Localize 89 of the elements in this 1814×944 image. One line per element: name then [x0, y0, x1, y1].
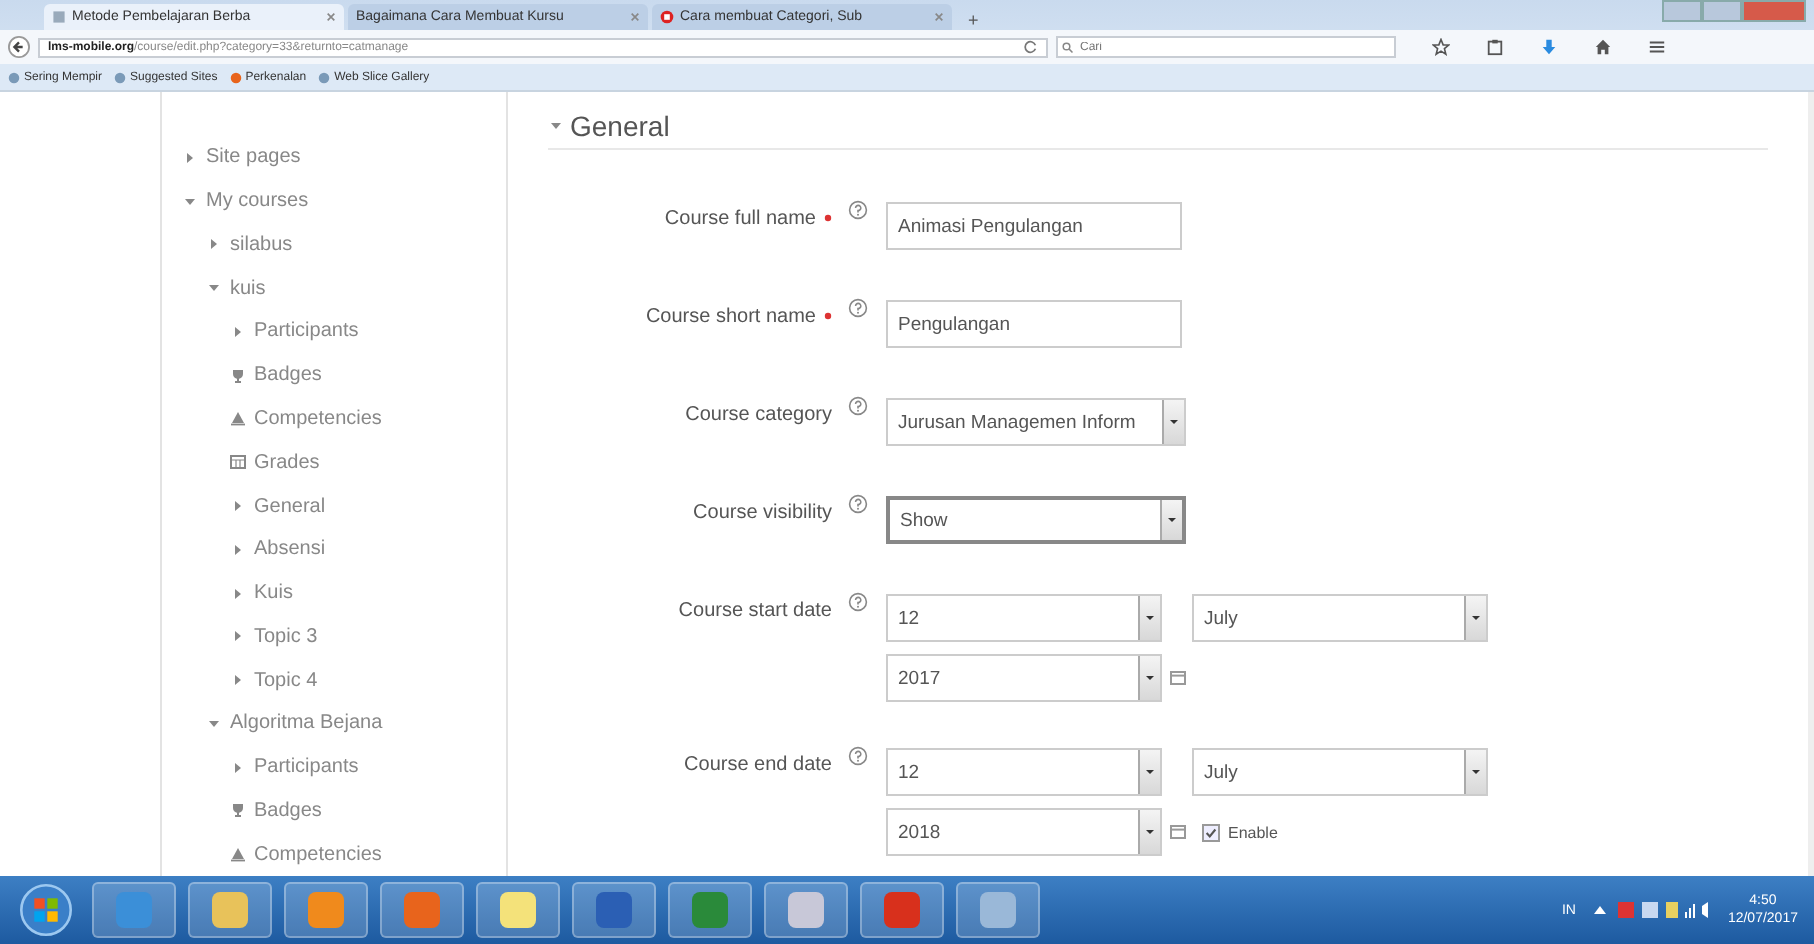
bookmark-icon: [318, 71, 331, 83]
navigation-item[interactable]: Participants: [162, 310, 506, 354]
caret-down-icon: [1144, 768, 1156, 776]
shield-icon: [660, 10, 674, 24]
navigation-item[interactable]: Topic 4: [162, 658, 506, 702]
navigation-item[interactable]: kuis: [162, 266, 506, 311]
taskbar-button[interactable]: [188, 882, 272, 938]
pyramid-icon: [230, 410, 246, 427]
field-label: Course end date: [684, 753, 832, 775]
menu-icon[interactable]: [1648, 38, 1666, 56]
caret-down-icon: [1144, 828, 1156, 836]
caret-down-icon: [1168, 418, 1180, 426]
pyramid-icon: [230, 846, 246, 863]
navigation-item[interactable]: Competencies: [162, 832, 506, 876]
caret-down-icon: [1470, 768, 1482, 776]
taskbar-button[interactable]: [956, 882, 1040, 938]
home-icon[interactable]: [1594, 38, 1612, 56]
taskbar-button[interactable]: [668, 882, 752, 938]
tray-icons[interactable]: [1591, 900, 1712, 920]
reload-icon[interactable]: [1024, 40, 1038, 54]
navigation-item[interactable]: Badges: [162, 788, 506, 833]
navigation-item[interactable]: Participants: [162, 745, 506, 789]
navigation-item[interactable]: Grades: [162, 440, 506, 485]
help-icon[interactable]: [848, 396, 868, 416]
checkbox-label[interactable]: Enable: [1228, 823, 1278, 841]
table-icon: [230, 454, 246, 471]
taskbar-button[interactable]: [380, 882, 464, 938]
navigation-item[interactable]: My courses: [162, 179, 506, 224]
trophy-icon: [230, 802, 246, 819]
page-icon: [52, 10, 66, 24]
year-dropdown[interactable]: 2018: [886, 808, 1162, 856]
day-dropdown[interactable]: 12: [886, 748, 1162, 796]
month-dropdown[interactable]: July: [1192, 594, 1488, 642]
back-arrow-icon[interactable]: [8, 36, 30, 58]
trophy-icon: [230, 367, 246, 384]
start-button[interactable]: [20, 884, 72, 936]
taskbar-button[interactable]: [860, 882, 944, 938]
caret-down-icon: [1144, 674, 1156, 682]
text-field[interactable]: Animasi Pengulangan: [886, 202, 1182, 250]
caret-down-icon[interactable]: [548, 118, 564, 134]
bookmark-icon: [8, 71, 20, 83]
field-label: Course visibility: [693, 501, 832, 523]
search-icon: [1062, 41, 1074, 53]
navigation-item[interactable]: Competencies: [162, 397, 506, 441]
navigation-item[interactable]: Absensi: [162, 527, 506, 572]
bookmark-icon: [114, 71, 127, 83]
taskbar-button[interactable]: [572, 882, 656, 938]
caret-down-icon: [1144, 614, 1156, 622]
taskbar-button[interactable]: [284, 882, 368, 938]
caret-down-icon: [1470, 614, 1482, 622]
taskbar-button[interactable]: [92, 882, 176, 938]
checkbox[interactable]: [1202, 823, 1220, 841]
help-icon[interactable]: [848, 592, 868, 612]
navigation-item[interactable]: Kuis: [162, 571, 506, 615]
help-icon[interactable]: [848, 200, 868, 220]
year-dropdown[interactable]: 2017: [886, 654, 1162, 702]
close-icon[interactable]: [630, 12, 640, 22]
close-icon[interactable]: [326, 12, 336, 22]
dropdown[interactable]: Jurusan Managemen Inform: [886, 398, 1186, 446]
new-tab-button[interactable]: +: [956, 10, 991, 30]
download-icon[interactable]: [1540, 38, 1558, 56]
taskbar-button[interactable]: [476, 882, 560, 938]
navigation-item[interactable]: silabus: [162, 223, 506, 267]
clipboard-icon[interactable]: [1486, 38, 1504, 56]
month-dropdown[interactable]: July: [1192, 748, 1488, 796]
navigation-item[interactable]: General: [162, 484, 506, 528]
help-icon[interactable]: [848, 298, 868, 318]
navigation-item[interactable]: Badges: [162, 353, 506, 398]
bookmark-icon: [229, 71, 242, 83]
dropdown[interactable]: Show: [886, 496, 1186, 544]
caret-down-icon: [1166, 516, 1178, 524]
window-controls[interactable]: [1662, 0, 1806, 22]
field-label: Course full name: [664, 207, 816, 229]
calendar-icon[interactable]: [1170, 670, 1186, 686]
help-icon[interactable]: [848, 746, 868, 766]
field-label: Course category: [685, 403, 832, 425]
text-field[interactable]: Pengulangan: [886, 300, 1182, 348]
star-icon[interactable]: [1432, 38, 1450, 56]
close-icon[interactable]: [934, 12, 944, 22]
navigation-item[interactable]: Site pages: [162, 136, 506, 180]
navigation-item[interactable]: Topic 3: [162, 614, 506, 659]
day-dropdown[interactable]: 12: [886, 594, 1162, 642]
taskbar-button[interactable]: [764, 882, 848, 938]
section-heading[interactable]: General: [570, 112, 670, 140]
navigation-item[interactable]: Algoritma Bejana: [162, 701, 506, 746]
field-label: Course short name: [645, 305, 816, 327]
help-icon[interactable]: [848, 494, 868, 514]
field-label: Course start date: [678, 599, 832, 621]
calendar-icon[interactable]: [1170, 824, 1186, 840]
